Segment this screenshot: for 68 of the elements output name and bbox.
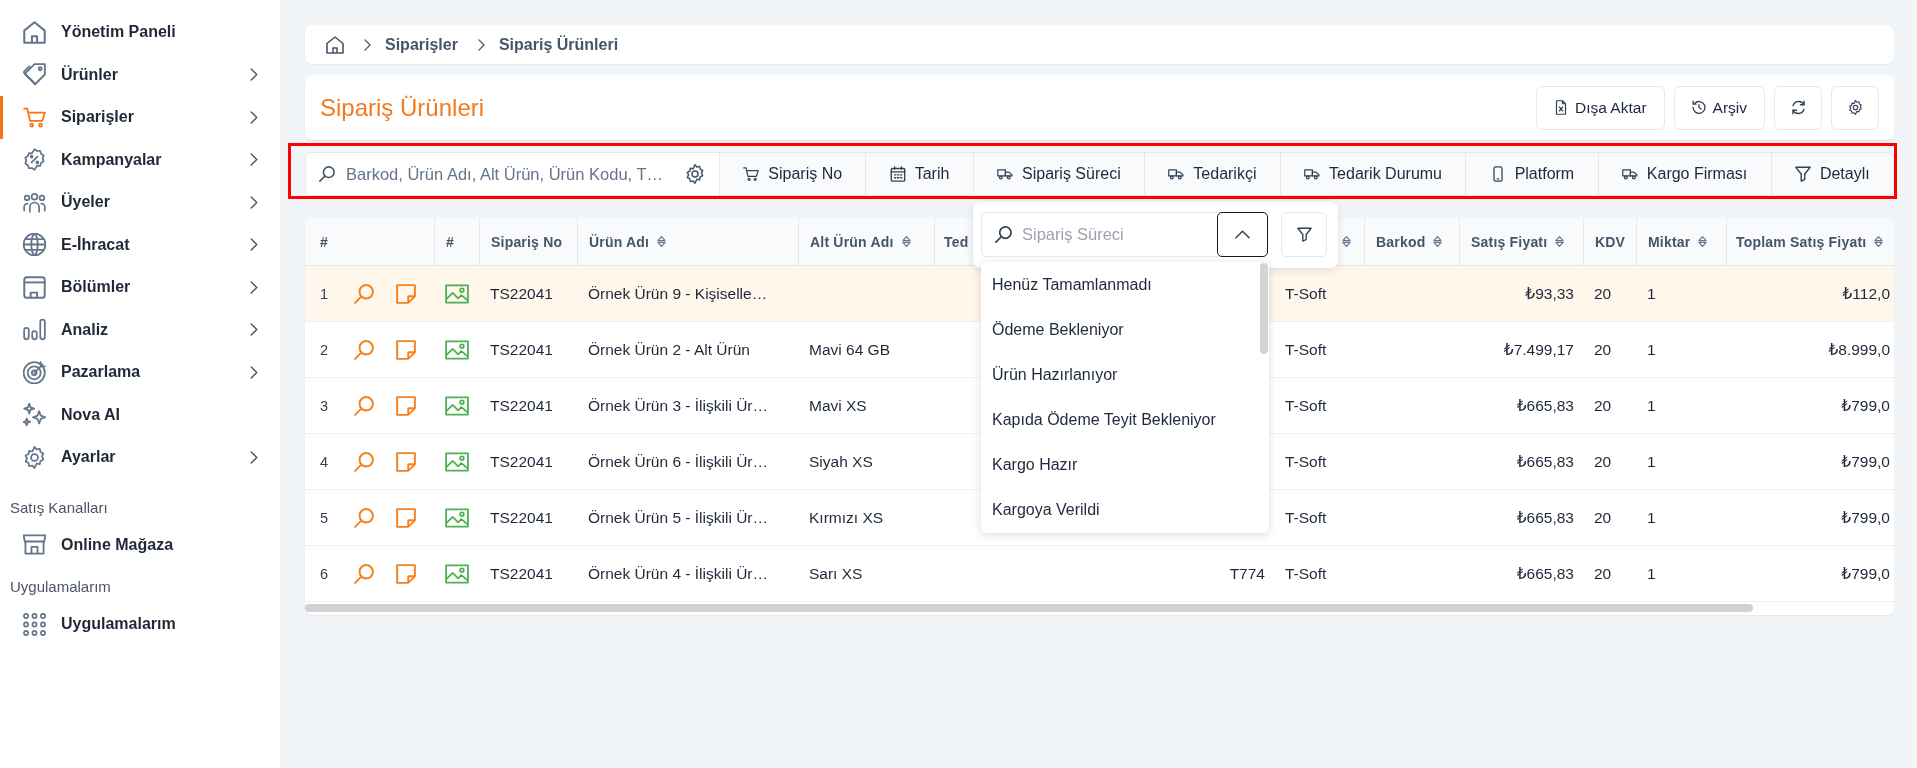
table-cell-text: ₺799,0	[1840, 451, 1891, 472]
table-cell-text: T-Soft	[1284, 451, 1328, 472]
table-cell-text: T-Soft	[1284, 395, 1328, 416]
table-cell-text: Kırmızı XS	[808, 507, 885, 528]
table-cell-text: 1	[1646, 395, 1657, 416]
table-cell-text: TS22041	[489, 395, 554, 416]
table-cell-text: ₺665,83	[1515, 451, 1575, 472]
column-header: Alt Ürün Adı	[810, 233, 894, 250]
table-cell-text: ₺112,0	[1841, 283, 1891, 304]
table-cell-text: Örnek Ürün 5 - İlişkili Ür…	[587, 507, 769, 528]
section-label: Satış Kanalları	[9, 497, 109, 518]
table-cell-text: TS22041	[489, 339, 554, 360]
column-header: #	[320, 233, 328, 250]
table-cell-text: TS22041	[489, 451, 554, 472]
table-cell-text: Mavi 64 GB	[808, 339, 891, 360]
column-header: Satış Fiyatı	[1471, 233, 1548, 250]
table-cell-text: ₺799,0	[1840, 507, 1891, 528]
column-header: Barkod	[1376, 233, 1426, 250]
table-cell-text: Örnek Ürün 9 - Kişiselle…	[587, 283, 769, 304]
table-cell-text: 1	[1646, 563, 1657, 584]
table-cell-text: ₺8.999,0	[1827, 339, 1891, 360]
table-cell-text: 20	[1593, 451, 1613, 472]
table-cell-text: T-Soft	[1284, 507, 1328, 528]
table-cell-text: ₺665,83	[1515, 507, 1575, 528]
table-cell-text: T-Soft	[1284, 283, 1328, 304]
table-cell-text: 20	[1593, 283, 1613, 304]
table-cell-text: TS22041	[489, 563, 554, 584]
table-cell-text: 20	[1593, 395, 1613, 416]
table-cell-text: TS22041	[489, 283, 554, 304]
column-header: KDV	[1595, 233, 1626, 250]
table-cell-text: 20	[1593, 563, 1613, 584]
column-header: Sipariş No	[491, 233, 563, 250]
section-label: Uygulamalarım	[9, 577, 112, 597]
table-cell-text: T774	[1228, 563, 1266, 584]
table-cell-text: ₺665,83	[1515, 563, 1575, 584]
table-cell-text: Mavi XS	[808, 395, 868, 416]
row-number: 3	[320, 397, 330, 414]
column-header: Ürün Adı	[589, 233, 650, 250]
table-cell-text: 20	[1593, 339, 1613, 360]
column-header: Ted	[944, 233, 969, 250]
table-cell-text: Örnek Ürün 3 - İlişkili Ür…	[587, 395, 769, 416]
table-cell-text: TS22041	[489, 507, 554, 528]
table-cell-text: 20	[1593, 507, 1613, 528]
column-header: Toplam Satış Fiyatı	[1736, 233, 1867, 250]
table-cell-text: 1	[1646, 451, 1657, 472]
table-cell-text: ₺799,0	[1840, 395, 1891, 416]
row-number: 1	[320, 285, 330, 302]
table-cell-text: ₺799,0	[1840, 563, 1891, 584]
table-cell-text: ₺93,33	[1524, 283, 1575, 304]
row-number: 2	[320, 341, 330, 358]
table-cell-text: Sarı XS	[808, 563, 864, 584]
page-title: Sipariş Ürünleri	[320, 93, 485, 122]
table-cell-text: T-Soft	[1284, 563, 1328, 584]
table-cell-text: 1	[1646, 339, 1657, 360]
row-number: 6	[320, 565, 330, 582]
table-cell-text: Siyah XS	[808, 451, 874, 472]
table-cell-text: 1	[1646, 283, 1657, 304]
table-cell-text: Örnek Ürün 2 - Alt Ürün	[587, 339, 751, 360]
table-cell-text: ₺665,83	[1515, 395, 1575, 416]
table-cell-text: Örnek Ürün 4 - İlişkili Ür…	[587, 563, 769, 584]
table-cell-text: Örnek Ürün 6 - İlişkili Ür…	[587, 451, 769, 472]
row-number: 4	[320, 453, 330, 470]
table-cell-text: ₺7.499,17	[1502, 339, 1575, 360]
table-cell-text: 1	[1646, 507, 1657, 528]
table-cell-text: T-Soft	[1284, 339, 1328, 360]
column-header: #	[446, 233, 454, 250]
column-header: Miktar	[1648, 233, 1691, 250]
row-number: 5	[320, 509, 330, 526]
